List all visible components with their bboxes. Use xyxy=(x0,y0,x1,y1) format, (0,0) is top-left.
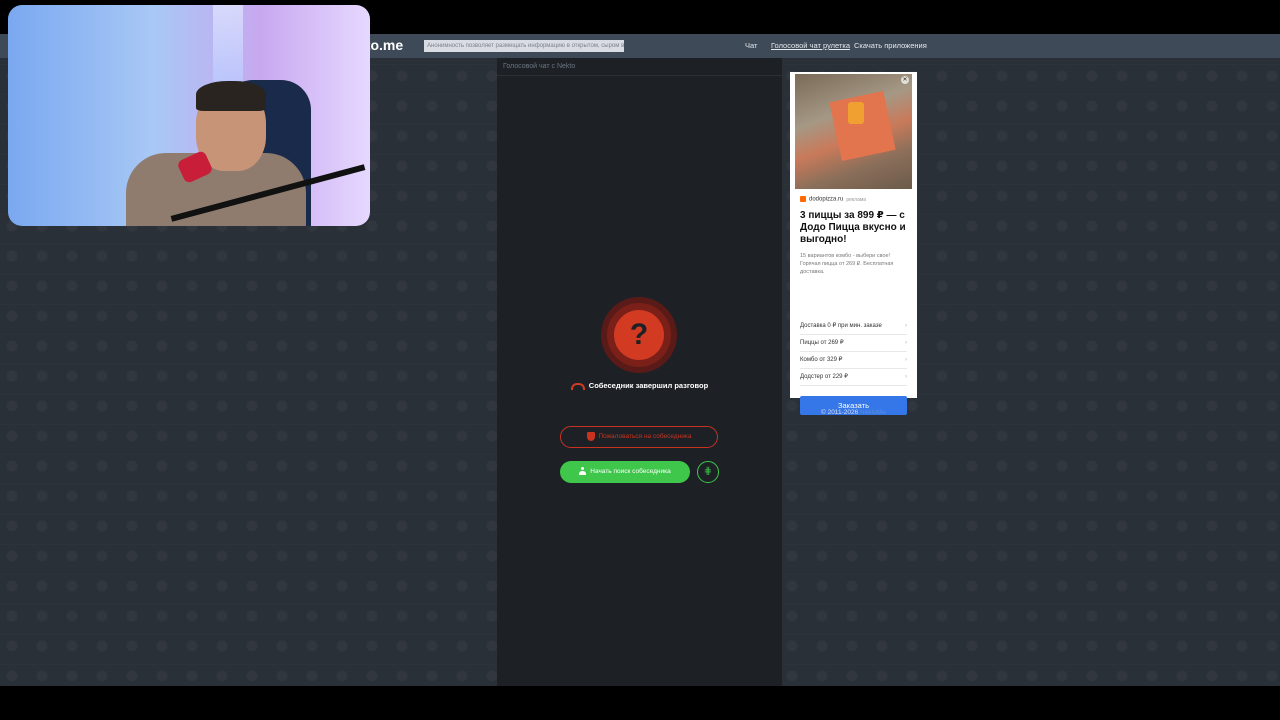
chevron-right-icon: › xyxy=(905,323,907,329)
ad-label: реклама xyxy=(846,196,867,203)
nav-download-apps[interactable]: Скачать приложения xyxy=(854,41,927,50)
webcam-overlay xyxy=(8,5,370,226)
report-button[interactable]: Пожаловаться на собеседника xyxy=(560,426,718,448)
start-search-button[interactable]: Начать поиск собеседника xyxy=(560,461,690,483)
ad-banner[interactable]: ✕ dodopizza.ru реклама 3 пиццы за 899 ₽ —… xyxy=(790,72,917,415)
streamer-hair xyxy=(196,81,266,111)
copyright-text: © 2011-2026 xyxy=(820,409,859,416)
chat-header: Голосовой чат с Nekto xyxy=(497,58,782,76)
letterbox-bottom xyxy=(0,686,1280,720)
ad-link-combo[interactable]: Комбо от 329 ₽ › xyxy=(800,352,907,369)
question-icon: ? xyxy=(601,297,677,373)
ad-link-label: Доставка 0 ₽ при мин. заказе xyxy=(800,323,882,329)
ad-link-dodster[interactable]: Додстер от 229 ₽ › xyxy=(800,369,907,386)
chevron-right-icon: › xyxy=(905,357,907,363)
hangup-phone-icon xyxy=(570,382,585,390)
ad-link-delivery[interactable]: Доставка 0 ₽ при мин. заказе › xyxy=(800,318,907,335)
start-search-label: Начать поиск собеседника xyxy=(590,468,671,475)
question-mark: ? xyxy=(614,310,664,360)
anonymity-notice: Анонимность позволяет размещать информац… xyxy=(424,40,624,52)
chevron-right-icon: › xyxy=(905,340,907,346)
ad-link-label: Пиццы от 269 ₽ xyxy=(800,340,844,346)
ad-link-label: Додстер от 229 ₽ xyxy=(800,374,848,380)
copyright-link[interactable]: NektoMe xyxy=(860,409,886,416)
jar-shape xyxy=(848,102,864,124)
search-settings-button[interactable]: ⋕ xyxy=(697,461,719,483)
call-ended-status: Собеседник завершил разговор xyxy=(497,381,782,390)
shield-icon xyxy=(586,431,595,441)
ad-link-pizzas[interactable]: Пиццы от 269 ₽ › xyxy=(800,335,907,352)
ad-title[interactable]: 3 пиццы за 899 ₽ — с Додо Пицца вкусно и… xyxy=(800,210,912,246)
ad-link-label: Комбо от 329 ₽ xyxy=(800,357,843,363)
voice-chat-panel: Голосовой чат с Nekto ? Собеседник завер… xyxy=(497,58,782,686)
ad-close-icon[interactable]: ✕ xyxy=(901,76,909,84)
ad-source-domain[interactable]: dodopizza.ru xyxy=(809,197,843,203)
copyright: © 2011-2026 NektoMe xyxy=(790,409,917,416)
user-search-icon xyxy=(579,467,587,476)
call-ended-text: Собеседник завершил разговор xyxy=(588,381,709,390)
report-label: Пожаловаться на собеседника xyxy=(598,433,692,440)
ad-image[interactable]: ✕ xyxy=(795,74,912,189)
nav-voice-roulette[interactable]: Голосовой чат рулетка xyxy=(771,41,850,50)
ad-source: dodopizza.ru реклама xyxy=(800,196,866,203)
chevron-right-icon: › xyxy=(905,374,907,380)
ad-description: 15 вариантов комбо - выбери свое! Горяча… xyxy=(800,253,894,275)
dodo-logo-icon xyxy=(800,196,806,202)
nav-chat[interactable]: Чат xyxy=(745,41,757,50)
